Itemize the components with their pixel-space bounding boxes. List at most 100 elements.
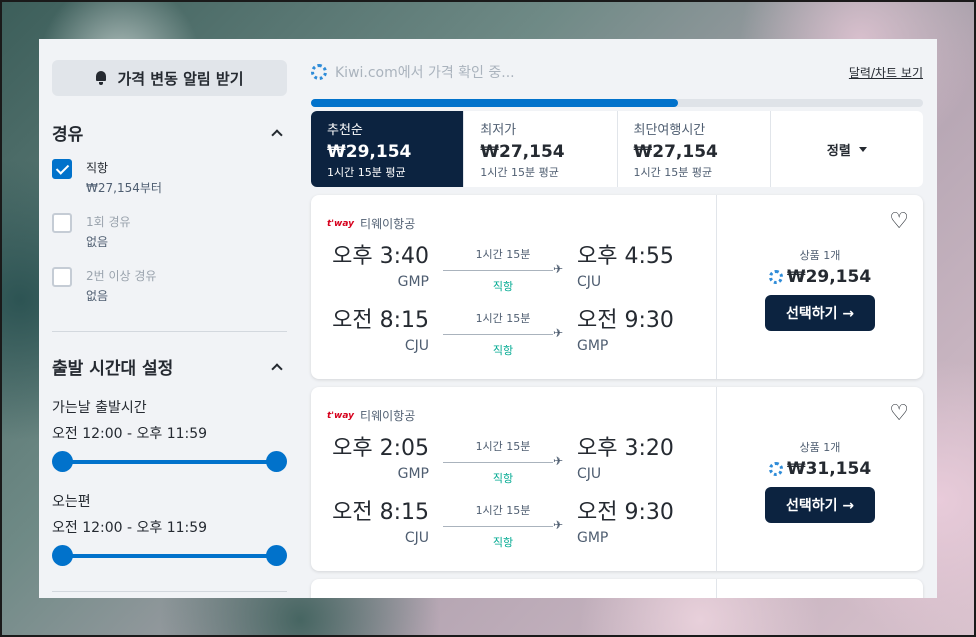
tab-price: ₩27,154 — [480, 142, 565, 162]
result-card[interactable]: t'way 티웨이항공 오후 3:40 GMP 1시간 15분 ✈ 직항 오후 … — [311, 195, 923, 379]
airline-name: 티웨이항공 — [360, 409, 416, 423]
result-card[interactable] — [311, 579, 923, 598]
airplane-icon: ✈ — [552, 454, 563, 468]
tab-cheapest[interactable]: 최저가 ₩27,154 1시간 15분 평균 — [463, 111, 616, 187]
arrival-time: 오전 9:30 — [577, 500, 674, 525]
leg-duration: 1시간 15분 — [475, 504, 531, 517]
arrival-airport: GMP — [577, 530, 609, 546]
chevron-up-icon[interactable] — [271, 128, 283, 141]
tab-name: 최저가 — [480, 123, 517, 138]
arrival-time: 오전 9:30 — [577, 308, 674, 333]
bell-icon — [95, 71, 107, 85]
heart-icon[interactable]: ♡ — [889, 211, 909, 233]
airline-name: 티웨이항공 — [360, 217, 416, 231]
stops-option-one-stop[interactable]: 1회 경유 없음 — [52, 213, 287, 253]
price-value: ₩31,154 — [786, 459, 872, 479]
slider-start-handle[interactable] — [52, 545, 73, 566]
times-section-header[interactable]: 출발 시간대 설정 — [52, 354, 287, 379]
slider-start-handle[interactable] — [52, 451, 73, 472]
departure: 오전 8:15 CJU — [327, 308, 443, 354]
departure-time: 오전 8:15 — [332, 500, 429, 525]
option-price: 없음 — [86, 235, 109, 249]
departure-time: 오후 3:40 — [332, 244, 429, 269]
return-time-label: 오는편 — [52, 494, 91, 510]
return-leg: 오전 8:15 CJU 1시간 15분 ✈ 직항 오전 9:30 GMP — [327, 308, 700, 360]
select-button[interactable]: 선택하기 → — [765, 487, 875, 523]
stops-option-direct[interactable]: 직항 ₩27,154부터 — [52, 159, 287, 199]
loading-text: Kiwi.com에서 가격 확인 중... — [335, 65, 515, 81]
stops-section-header[interactable]: 경유 — [52, 120, 287, 145]
itinerary: t'way 티웨이항공 오후 3:40 GMP 1시간 15분 ✈ 직항 오후 … — [311, 195, 717, 379]
sort-dropdown[interactable]: 정렬 — [769, 111, 923, 187]
return-time-slider[interactable] — [52, 545, 287, 567]
departure: 오후 2:05 GMP — [327, 436, 443, 482]
return-time-range: 오전 12:00 - 오후 11:59 — [52, 520, 208, 536]
price-column — [717, 579, 923, 598]
return-leg: 오전 8:15 CJU 1시간 15분 ✈ 직항 오전 9:30 GMP — [327, 500, 700, 552]
results-panel: Kiwi.com에서 가격 확인 중... 달력/차트 보기 추천순 ₩29,1… — [311, 60, 923, 598]
caret-down-icon — [858, 146, 867, 152]
tab-duration: 1시간 15분 평균 — [633, 166, 713, 179]
arrival-time: 오후 4:55 — [577, 244, 674, 269]
status-row: Kiwi.com에서 가격 확인 중... 달력/차트 보기 — [311, 60, 923, 84]
direct-checkbox[interactable] — [52, 159, 72, 179]
two-plus-stops-checkbox[interactable] — [52, 267, 72, 287]
departure-airport: CJU — [404, 530, 429, 546]
price-value: ₩29,154 — [786, 267, 872, 287]
slider-end-handle[interactable] — [266, 451, 287, 472]
bundle-count: 상품 1개 — [799, 441, 841, 454]
slider-end-handle[interactable] — [266, 545, 287, 566]
calendar-chart-link[interactable]: 달력/차트 보기 — [849, 64, 923, 81]
route-line: ✈ — [443, 518, 563, 532]
chevron-up-icon[interactable] — [271, 362, 283, 375]
arrival: 오전 9:30 GMP — [563, 308, 679, 354]
result-card[interactable]: t'way 티웨이항공 오후 2:05 GMP 1시간 15분 ✈ 직항 오후 … — [311, 387, 923, 571]
leg-duration: 1시간 15분 — [475, 248, 531, 261]
airplane-icon: ✈ — [552, 262, 563, 276]
route-line: ✈ — [443, 326, 563, 340]
stops-option-two-plus[interactable]: 2번 이상 경유 없음 — [52, 267, 287, 307]
heart-icon[interactable]: ♡ — [889, 403, 909, 425]
departure-airport: CJU — [404, 338, 429, 354]
itinerary: t'way 티웨이항공 오후 2:05 GMP 1시간 15분 ✈ 직항 오후 … — [311, 387, 717, 571]
times-title: 출발 시간대 설정 — [52, 359, 174, 379]
sort-label: 정렬 — [826, 143, 851, 159]
stops-title: 경유 — [52, 125, 84, 145]
outbound-leg: 오후 2:05 GMP 1시간 15분 ✈ 직항 오후 3:20 CJU — [327, 436, 700, 488]
airline-info: t'way 티웨이항공 — [327, 407, 700, 424]
leg-stops: 직항 — [492, 536, 514, 549]
arrival: 오전 9:30 GMP — [563, 500, 679, 546]
tab-price: ₩27,154 — [633, 142, 718, 162]
option-label: 2번 이상 경유 — [86, 269, 157, 283]
leg-stops: 직항 — [492, 472, 514, 485]
tab-duration: 1시간 15분 평균 — [327, 166, 406, 179]
leg-summary: 1시간 15분 ✈ 직항 — [443, 308, 563, 358]
loading-spinner-icon — [311, 64, 327, 80]
slider-track — [62, 460, 277, 464]
price-alert-label: 가격 변동 알림 받기 — [117, 69, 244, 88]
tab-fastest[interactable]: 최단여행시간 ₩27,154 1시간 15분 평균 — [616, 111, 770, 187]
one-stop-checkbox[interactable] — [52, 213, 72, 233]
itinerary — [311, 579, 717, 598]
tab-recommended[interactable]: 추천순 ₩29,154 1시간 15분 평균 — [311, 111, 464, 187]
route-line: ✈ — [443, 454, 563, 468]
select-button[interactable]: 선택하기 → — [765, 295, 875, 331]
option-label: 1회 경유 — [86, 215, 131, 229]
price-alert-button[interactable]: 가격 변동 알림 받기 — [52, 60, 287, 96]
loading-spinner-icon — [768, 462, 783, 476]
outbound-time-slider[interactable] — [52, 451, 287, 473]
option-price: ₩27,154부터 — [86, 181, 162, 195]
tab-name: 최단여행시간 — [633, 123, 706, 138]
departure: 오후 3:40 GMP — [327, 244, 443, 290]
departure: 오전 8:15 CJU — [327, 500, 443, 546]
airline-info: t'way 티웨이항공 — [327, 215, 700, 232]
airplane-icon: ✈ — [552, 518, 563, 532]
leg-duration: 1시간 15분 — [475, 312, 531, 325]
price-column: ♡ 상품 1개 ₩29,154 선택하기 → — [717, 195, 923, 379]
filter-sidebar: 가격 변동 알림 받기 경유 직항 ₩27,154부터 1회 경유 없음 2번 … — [52, 60, 287, 592]
airline-logo: t'way — [327, 218, 355, 229]
slider-track — [62, 554, 277, 558]
arrival-airport: GMP — [577, 338, 609, 354]
tab-name: 추천순 — [327, 123, 363, 138]
airplane-icon: ✈ — [552, 326, 563, 340]
